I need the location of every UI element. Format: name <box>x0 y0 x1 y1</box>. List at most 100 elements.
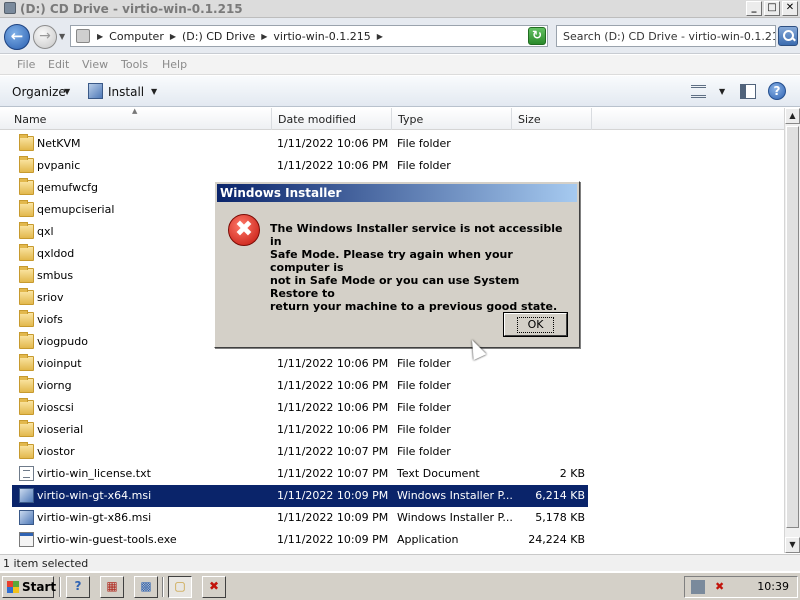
folder-icon <box>19 398 34 415</box>
file-date-modified: 1/11/2022 10:06 PM <box>277 357 389 370</box>
file-type: File folder <box>397 379 451 392</box>
help-support-icon[interactable]: ? <box>66 576 90 598</box>
remote-desktop-icon[interactable]: ▩ <box>134 576 158 598</box>
breadcrumb-separator-icon[interactable]: ▶ <box>97 30 103 43</box>
organize-button[interactable]: Organize <box>12 85 66 99</box>
file-type: File folder <box>397 445 451 458</box>
explorer-window-task-icon[interactable]: ▢ <box>168 576 192 598</box>
status-bar: 1 item selected <box>0 554 800 571</box>
search-icon[interactable] <box>778 26 798 46</box>
scroll-up-icon[interactable]: ▲ <box>785 108 800 124</box>
menu-help[interactable]: Help <box>162 58 187 71</box>
folder-icon <box>19 244 34 261</box>
maximize-button[interactable]: □ <box>764 1 780 16</box>
file-name: smbus <box>37 269 74 282</box>
file-row[interactable]: NetKVM 1/11/2022 10:06 PM File folder <box>12 133 588 155</box>
network-icon[interactable] <box>691 580 705 594</box>
file-type: File folder <box>397 401 451 414</box>
file-size: 2 KB <box>559 467 585 480</box>
refresh-button[interactable]: ↻ <box>528 27 546 45</box>
forward-button[interactable]: → <box>33 25 57 49</box>
vertical-scrollbar[interactable]: ▲ ▼ <box>784 108 800 553</box>
file-type: File folder <box>397 137 451 150</box>
clock[interactable]: 10:39 <box>757 580 789 593</box>
menu-tools[interactable]: Tools <box>121 58 148 71</box>
scroll-down-icon[interactable]: ▼ <box>785 537 800 553</box>
close-button[interactable]: ✕ <box>782 1 798 16</box>
file-row[interactable]: vioserial 1/11/2022 10:06 PM File folder <box>12 419 588 441</box>
preview-pane-icon[interactable] <box>740 84 756 99</box>
folder-icon <box>19 310 34 327</box>
file-row[interactable]: pvpanic 1/11/2022 10:06 PM File folder <box>12 155 588 177</box>
breadcrumb-folder[interactable]: virtio-win-0.1.215 <box>273 30 370 43</box>
organize-dropdown-icon[interactable]: ▼ <box>64 87 70 96</box>
file-date-modified: 1/11/2022 10:06 PM <box>277 137 389 150</box>
file-name: viogpudo <box>37 335 88 348</box>
view-dropdown-icon[interactable]: ▼ <box>719 87 725 96</box>
file-type: File folder <box>397 159 451 172</box>
text-document-icon <box>19 466 34 481</box>
file-name: virtio-win_license.txt <box>37 467 151 480</box>
breadcrumb-separator-icon[interactable]: ▶ <box>170 30 176 43</box>
recent-pages-dropdown[interactable]: ▼ <box>59 32 65 41</box>
file-name: vioscsi <box>37 401 74 414</box>
breadcrumb: ▶ Computer ▶ (D:) CD Drive ▶ virtio-win-… <box>97 30 383 43</box>
help-icon[interactable]: ? <box>768 82 786 100</box>
back-button[interactable]: ← <box>4 24 30 50</box>
menu-view[interactable]: View <box>82 58 108 71</box>
file-type: Windows Installer P... <box>397 511 513 524</box>
file-row[interactable]: vioscsi 1/11/2022 10:06 PM File folder <box>12 397 588 419</box>
file-row[interactable]: viostor 1/11/2022 10:07 PM File folder <box>12 441 588 463</box>
change-view-icon[interactable] <box>691 85 706 98</box>
column-header-type[interactable]: Type <box>392 108 512 130</box>
taskbar-separator <box>59 577 61 597</box>
scroll-thumb[interactable] <box>786 126 799 528</box>
search-input[interactable]: Search (D:) CD Drive - virtio-win-0.1.21… <box>556 25 776 47</box>
file-name: vioserial <box>37 423 84 436</box>
window-title: (D:) CD Drive - virtio-win-0.1.215 <box>20 2 243 16</box>
file-date-modified: 1/11/2022 10:06 PM <box>277 401 389 414</box>
breadcrumb-cd-drive[interactable]: (D:) CD Drive <box>182 30 255 43</box>
menu-edit[interactable]: Edit <box>48 58 69 71</box>
file-row[interactable]: virtio-win-gt-x64.msi 1/11/2022 10:09 PM W… <box>12 485 588 507</box>
dialog-title[interactable]: Windows Installer <box>217 184 577 202</box>
ok-button[interactable]: OK <box>503 312 568 337</box>
start-button[interactable]: Start <box>2 576 56 598</box>
window-title-bar[interactable]: (D:) CD Drive - virtio-win-0.1.215 _ □ ✕ <box>0 0 800 18</box>
file-row[interactable]: vioinput 1/11/2022 10:06 PM File folder <box>12 353 588 375</box>
file-type: File folder <box>397 423 451 436</box>
file-row[interactable]: virtio-win-gt-x86.msi 1/11/2022 10:09 PM W… <box>12 507 588 529</box>
command-bar: Organize ▼ Install ▼ ▼ ? <box>0 76 800 107</box>
ok-label: OK <box>516 317 555 333</box>
minimize-button[interactable]: _ <box>746 1 762 16</box>
install-dropdown-icon[interactable]: ▼ <box>151 87 157 96</box>
file-name: viorng <box>37 379 72 392</box>
file-size: 24,224 KB <box>528 533 585 546</box>
file-name: virtio-win-gt-x86.msi <box>37 511 152 524</box>
server-manager-icon[interactable]: ▦ <box>100 576 124 598</box>
menu-file[interactable]: File <box>17 58 35 71</box>
breadcrumb-computer[interactable]: Computer <box>109 30 164 43</box>
breadcrumb-separator-icon[interactable]: ▶ <box>261 30 267 43</box>
file-date-modified: 1/11/2022 10:06 PM <box>277 379 389 392</box>
column-header-date-modified[interactable]: Date modified <box>272 108 392 130</box>
breadcrumb-separator-icon[interactable]: ▶ <box>377 30 383 43</box>
install-button[interactable]: Install <box>108 85 144 99</box>
file-date-modified: 1/11/2022 10:06 PM <box>277 423 389 436</box>
installer-error-task-icon[interactable]: ✖ <box>202 576 226 598</box>
folder-icon <box>19 266 34 283</box>
column-header-size[interactable]: Size <box>512 108 592 130</box>
file-row[interactable]: virtio-win-guest-tools.exe 1/11/2022 10:0… <box>12 529 588 551</box>
file-row[interactable]: viorng 1/11/2022 10:06 PM File folder <box>12 375 588 397</box>
windows-installer-dialog: Windows Installer ✖ The Windows Installe… <box>214 181 580 348</box>
column-header-name[interactable]: Name <box>0 108 272 130</box>
file-name: NetKVM <box>37 137 81 150</box>
volume-muted-icon[interactable]: ✖ <box>715 580 729 594</box>
windows-logo-icon <box>7 581 19 593</box>
address-bar[interactable]: ▶ Computer ▶ (D:) CD Drive ▶ virtio-win-… <box>70 25 548 47</box>
navigation-bar: ← → ▼ ▶ Computer ▶ (D:) CD Drive ▶ virti… <box>0 18 800 54</box>
file-name: viostor <box>37 445 75 458</box>
system-tray: ✖ 10:39 <box>684 576 798 598</box>
file-row[interactable]: virtio-win_license.txt 1/11/2022 10:07 PM… <box>12 463 588 485</box>
file-name: qxl <box>37 225 54 238</box>
